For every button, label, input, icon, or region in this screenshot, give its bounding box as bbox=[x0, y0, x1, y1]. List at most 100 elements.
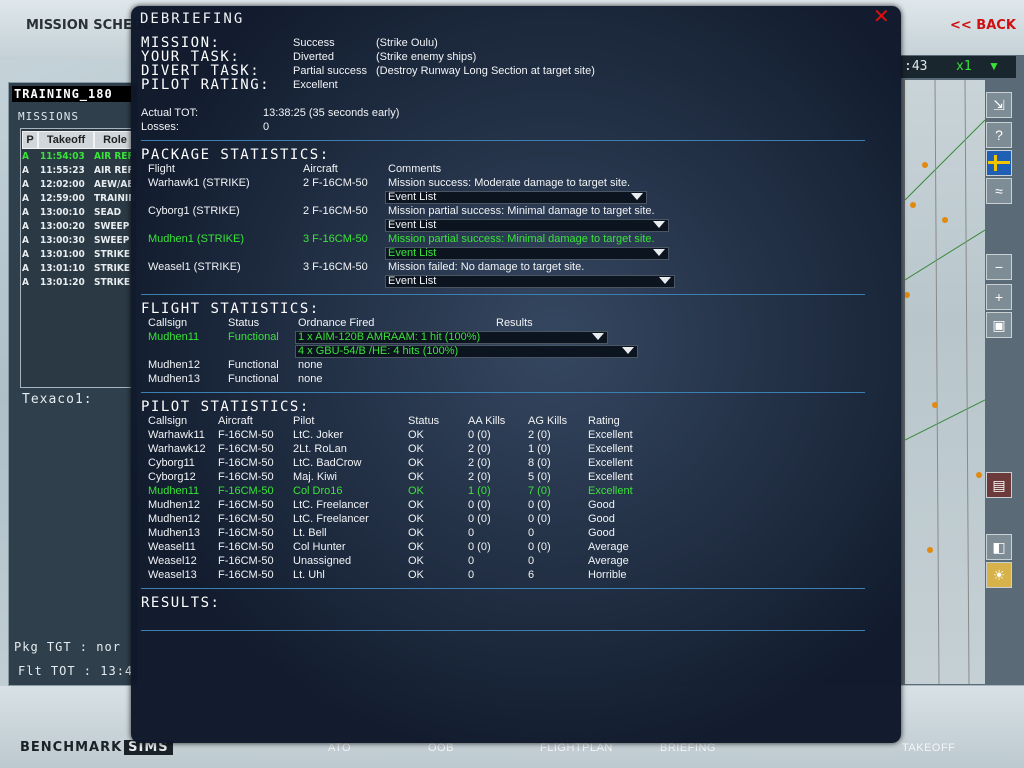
pilot-row-status: OK bbox=[408, 555, 424, 567]
altitude-chart-icon[interactable]: ▤ bbox=[986, 472, 1012, 498]
package-statistics-heading: PACKAGE STATISTICS: bbox=[141, 147, 330, 163]
pilot-row-ag: 8 (0) bbox=[528, 457, 551, 469]
tab-ato[interactable]: ATO bbox=[328, 742, 351, 754]
mission-row[interactable]: A 13:01:10 STRIKE bbox=[22, 262, 130, 276]
col-priority[interactable]: P bbox=[22, 131, 38, 149]
summary-task-label: YOUR TASK: bbox=[141, 49, 241, 65]
pilot-row-rating: Horrible bbox=[588, 569, 627, 581]
pilot-row-status: OK bbox=[408, 457, 424, 469]
pilot-row-aircraft: F-16CM-50 bbox=[218, 527, 274, 539]
divider bbox=[141, 392, 865, 393]
summary-divert-detail: (Destroy Runway Long Section at target s… bbox=[376, 65, 595, 77]
mission-row[interactable]: A 12:59:00 TRAININ bbox=[22, 192, 136, 206]
flight-col-callsign: Callsign bbox=[148, 317, 188, 329]
pilot-row-pilot: Maj. Kiwi bbox=[293, 471, 338, 483]
pilot-row-callsign: Cyborg12 bbox=[148, 471, 196, 483]
pilot-row-status: OK bbox=[408, 541, 424, 553]
flag-icon[interactable] bbox=[986, 150, 1012, 176]
event-list-dropdown[interactable]: Event List bbox=[385, 247, 669, 260]
tab-takeoff[interactable]: TAKEOFF bbox=[902, 742, 955, 754]
tab-briefing[interactable]: BRIEFING bbox=[660, 742, 716, 754]
mission-priority: A bbox=[22, 207, 29, 218]
mission-takeoff: 12:59:00 bbox=[40, 193, 85, 204]
col-role[interactable]: Role bbox=[94, 131, 136, 149]
pilot-row-pilot: Col Hunter bbox=[293, 541, 346, 553]
pilot-row-pilot: LtC. Freelancer bbox=[293, 499, 369, 511]
mission-takeoff: 13:01:00 bbox=[40, 249, 85, 260]
pilot-row-aa: 2 (0) bbox=[468, 471, 491, 483]
pilot-row-status: OK bbox=[408, 429, 424, 441]
time-compression-arrow-icon[interactable]: ▼ bbox=[988, 59, 1000, 73]
event-list-dropdown[interactable]: Event List bbox=[385, 191, 647, 204]
mission-role: AEW/AE bbox=[94, 179, 134, 190]
window-resize-icon[interactable]: ⇲ bbox=[986, 92, 1012, 118]
divider bbox=[141, 294, 865, 295]
pilot-row-ag: 7 (0) bbox=[528, 485, 551, 497]
help-icon[interactable]: ? bbox=[986, 122, 1012, 148]
ordnance-dropdown[interactable]: 4 x GBU-54/B /HE: 4 hits (100%) bbox=[295, 345, 638, 358]
fit-map-icon[interactable]: ▣ bbox=[986, 312, 1012, 338]
zoom-out-icon[interactable]: − bbox=[986, 254, 1012, 280]
mission-role: SWEEP bbox=[94, 221, 130, 232]
mission-priority: A bbox=[22, 263, 29, 274]
training-header: TRAINING_180 bbox=[12, 86, 136, 102]
mission-role: AIR REF bbox=[94, 165, 134, 176]
mission-row[interactable]: A 12:02:00 AEW/AE bbox=[22, 178, 133, 192]
mission-priority: A bbox=[22, 179, 29, 190]
package-col-aircraft: Aircraft bbox=[303, 163, 338, 175]
cube-icon[interactable]: ◧ bbox=[986, 534, 1012, 560]
summary-divert-value: Partial success bbox=[293, 65, 367, 77]
mission-priority: A bbox=[22, 193, 29, 204]
summary-rating-value: Excellent bbox=[293, 79, 338, 91]
back-button[interactable]: << BACK bbox=[950, 18, 1016, 33]
col-takeoff[interactable]: Takeoff bbox=[38, 131, 94, 149]
actual-tot-value: 13:38:25 (35 seconds early) bbox=[263, 107, 400, 119]
ordnance-dropdown[interactable]: 1 x AIM-120B AMRAAM: 1 hit (100%) bbox=[295, 331, 608, 344]
pilot-row-rating: Excellent bbox=[588, 457, 633, 469]
flight-row-status: Functional bbox=[228, 331, 279, 343]
pilot-col-pilot: Pilot bbox=[293, 415, 315, 427]
pilot-row-ag: 0 (0) bbox=[528, 513, 551, 525]
package-col-flight: Flight bbox=[148, 163, 175, 175]
mission-takeoff: 13:01:20 bbox=[40, 277, 85, 288]
tab-oob[interactable]: OOB bbox=[428, 742, 454, 754]
close-icon[interactable]: ✕ bbox=[873, 7, 890, 27]
pilot-row-aa: 0 (0) bbox=[468, 429, 491, 441]
pilot-statistics-heading: PILOT STATISTICS: bbox=[141, 399, 310, 415]
pilot-row-aa: 2 (0) bbox=[468, 457, 491, 469]
waves-icon[interactable]: ≈ bbox=[986, 178, 1012, 204]
summary-task-detail: (Strike enemy ships) bbox=[376, 51, 477, 63]
mission-takeoff: 13:00:20 bbox=[40, 221, 85, 232]
flight-tot: Flt TOT : 13:4 bbox=[18, 664, 134, 678]
mission-row[interactable]: A 11:55:23 AIR REF bbox=[22, 164, 134, 178]
mission-row[interactable]: A 13:01:20 STRIKE bbox=[22, 276, 130, 290]
mission-row[interactable]: A 11:54:03 AIR REF bbox=[22, 150, 134, 164]
mission-row[interactable]: A 13:00:30 SWEEP bbox=[22, 234, 129, 248]
pilot-row-pilot: Lt. Bell bbox=[293, 527, 327, 539]
package-row-flight: Mudhen1 (STRIKE) bbox=[148, 233, 244, 245]
flight-row-callsign: Mudhen11 bbox=[148, 331, 200, 343]
package-row-flight: Cyborg1 (STRIKE) bbox=[148, 205, 240, 217]
tab-flightplan[interactable]: FLIGHTPLAN bbox=[540, 742, 613, 754]
weather-icon[interactable]: ☀ bbox=[986, 562, 1012, 588]
mission-priority: A bbox=[22, 165, 29, 176]
mission-row[interactable]: A 13:00:10 SEAD bbox=[22, 206, 121, 220]
map-view[interactable] bbox=[904, 80, 985, 684]
pilot-row-status: OK bbox=[408, 527, 424, 539]
chevron-down-icon bbox=[653, 249, 665, 256]
mission-priority: A bbox=[22, 249, 29, 260]
pilot-row-aircraft: F-16CM-50 bbox=[218, 555, 274, 567]
pilot-row-status: OK bbox=[408, 471, 424, 483]
pilot-row-aircraft: F-16CM-50 bbox=[218, 429, 274, 441]
mission-priority: A bbox=[22, 277, 29, 288]
pilot-row-pilot: LtC. BadCrow bbox=[293, 457, 362, 469]
pilot-row-pilot: LtC. Freelancer bbox=[293, 513, 369, 525]
pilot-row-aa: 0 (0) bbox=[468, 513, 491, 525]
mission-row[interactable]: A 13:01:00 STRIKE bbox=[22, 248, 130, 262]
pilot-row-pilot: 2Lt. RoLan bbox=[293, 443, 347, 455]
event-list-dropdown[interactable]: Event List bbox=[385, 219, 669, 232]
zoom-in-icon[interactable]: + bbox=[986, 284, 1012, 310]
event-list-label: Event List bbox=[388, 275, 437, 287]
mission-row[interactable]: A 13:00:20 SWEEP bbox=[22, 220, 129, 234]
event-list-dropdown[interactable]: Event List bbox=[385, 275, 675, 288]
